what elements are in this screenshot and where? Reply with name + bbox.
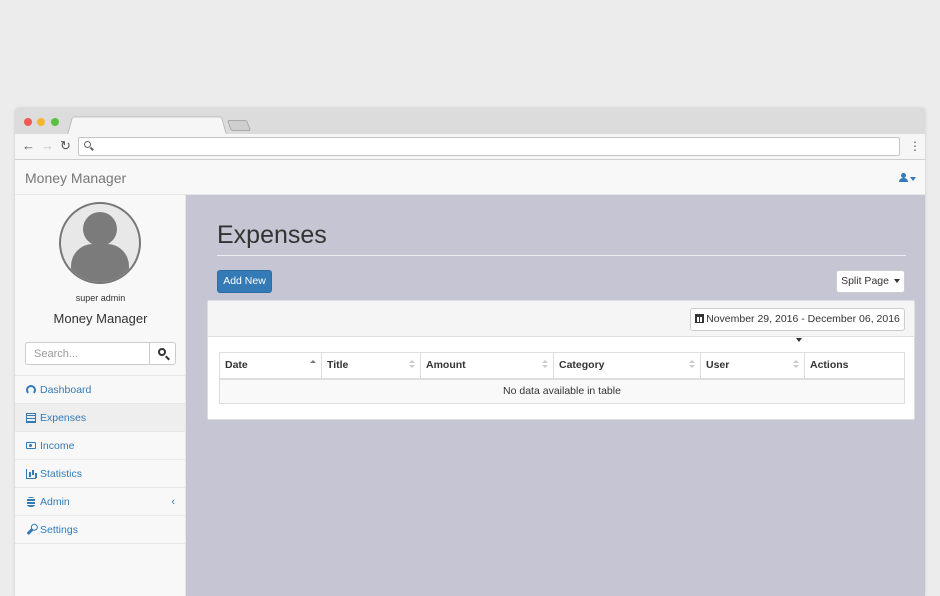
table-header-row: Date Title Amount Category User Actions bbox=[219, 352, 905, 380]
user-menu-dropdown[interactable] bbox=[899, 171, 916, 185]
app: Money Manager super admin Money Manager bbox=[15, 160, 925, 596]
search-button[interactable] bbox=[149, 342, 176, 365]
column-header-label: Date bbox=[225, 359, 248, 372]
sidebar-search bbox=[25, 342, 176, 365]
wrench-icon bbox=[26, 525, 36, 535]
sidebar-item-dashboard[interactable]: Dashboard bbox=[15, 376, 185, 404]
sort-icon bbox=[542, 360, 548, 370]
main-content: Expenses Add New Split Page November 29,… bbox=[186, 195, 925, 596]
expenses-panel: November 29, 2016 - December 06, 2016 Da… bbox=[207, 300, 915, 420]
column-header-label: Category bbox=[559, 359, 605, 372]
top-navbar: Money Manager bbox=[15, 160, 925, 195]
panel-heading: November 29, 2016 - December 06, 2016 bbox=[208, 301, 914, 343]
avatar bbox=[59, 202, 141, 284]
browser-toolbar: ← → ↻ ⋮ bbox=[15, 134, 925, 160]
column-header-label: User bbox=[706, 359, 730, 372]
sidebar-item-statistics[interactable]: Statistics bbox=[15, 460, 185, 488]
close-window-button[interactable] bbox=[24, 118, 32, 126]
money-icon bbox=[26, 442, 36, 449]
caret-down-icon bbox=[910, 176, 916, 181]
browser-menu-icon[interactable]: ⋮ bbox=[909, 138, 921, 154]
column-header-user[interactable]: User bbox=[700, 352, 805, 380]
user-role: super admin bbox=[75, 293, 126, 303]
empty-table-message: No data available in table bbox=[219, 378, 905, 404]
search-icon bbox=[84, 141, 91, 148]
sidebar-item-label: Settings bbox=[40, 524, 78, 536]
tab-strip bbox=[15, 108, 925, 135]
browser-window: ← → ↻ ⋮ Money Manager super admin Money … bbox=[15, 108, 925, 596]
sidebar-item-admin[interactable]: Admin ‹ bbox=[15, 488, 185, 516]
avatar-body bbox=[71, 244, 129, 282]
column-header-actions: Actions bbox=[804, 352, 905, 380]
sort-asc-icon bbox=[310, 360, 316, 370]
sidebar-item-settings[interactable]: Settings bbox=[15, 516, 185, 544]
sort-icon bbox=[689, 360, 695, 370]
expenses-table: Date Title Amount Category User Actions … bbox=[219, 352, 905, 404]
calendar-icon bbox=[695, 314, 705, 323]
column-header-title[interactable]: Title bbox=[321, 352, 421, 380]
sidebar-app-name: Money Manager bbox=[53, 311, 148, 326]
sidebar-item-label: Income bbox=[40, 440, 75, 452]
title-divider bbox=[217, 255, 906, 256]
sidebar-item-label: Dashboard bbox=[40, 384, 92, 396]
caret-down-icon bbox=[795, 338, 802, 343]
date-range-label: November 29, 2016 - December 06, 2016 bbox=[706, 313, 900, 325]
back-arrow-icon[interactable]: ← bbox=[22, 138, 35, 154]
user-icon bbox=[899, 173, 908, 182]
database-icon bbox=[27, 497, 35, 507]
column-header-label: Actions bbox=[810, 359, 849, 372]
forward-arrow-icon[interactable]: → bbox=[41, 138, 54, 154]
split-page-label: Split Page bbox=[841, 275, 889, 287]
sidebar-item-income[interactable]: Income bbox=[15, 432, 185, 460]
column-header-label: Title bbox=[327, 359, 349, 372]
search-input[interactable] bbox=[25, 342, 150, 365]
sort-icon bbox=[409, 360, 415, 370]
sidebar-item-expenses[interactable]: Expenses bbox=[15, 404, 185, 432]
dashboard-icon bbox=[26, 385, 36, 395]
bar-chart-icon bbox=[26, 469, 36, 479]
sidebar: super admin Money Manager Dashboard Expe… bbox=[15, 195, 186, 596]
browser-tab-active[interactable] bbox=[67, 116, 227, 135]
caret-down-icon bbox=[893, 279, 900, 284]
column-header-date[interactable]: Date bbox=[219, 352, 322, 380]
column-header-label: Amount bbox=[426, 359, 466, 372]
avatar-head bbox=[83, 212, 117, 246]
reload-icon[interactable]: ↻ bbox=[60, 138, 71, 154]
minimize-window-button[interactable] bbox=[37, 118, 45, 126]
column-header-amount[interactable]: Amount bbox=[420, 352, 554, 380]
sidebar-item-label: Expenses bbox=[40, 412, 87, 424]
table-row: No data available in table bbox=[219, 378, 905, 404]
split-page-button[interactable]: Split Page bbox=[836, 270, 905, 293]
page-title: Expenses bbox=[217, 221, 327, 249]
search-icon bbox=[158, 348, 166, 356]
sidebar-item-label: Statistics bbox=[40, 468, 83, 480]
chevron-left-icon: ‹ bbox=[171, 496, 175, 508]
table-icon bbox=[26, 413, 36, 423]
column-header-category[interactable]: Category bbox=[553, 352, 701, 380]
brand-link[interactable]: Money Manager bbox=[25, 170, 126, 186]
new-tab-button[interactable] bbox=[226, 120, 252, 131]
sort-icon bbox=[793, 360, 799, 370]
address-bar[interactable] bbox=[78, 137, 900, 156]
date-range-picker[interactable]: November 29, 2016 - December 06, 2016 bbox=[690, 308, 905, 343]
add-new-button[interactable]: Add New bbox=[217, 270, 272, 293]
sidebar-item-label: Admin bbox=[40, 496, 70, 508]
maximize-window-button[interactable] bbox=[51, 118, 59, 126]
sidebar-menu: Dashboard Expenses Income Statistics Adm… bbox=[15, 375, 185, 544]
